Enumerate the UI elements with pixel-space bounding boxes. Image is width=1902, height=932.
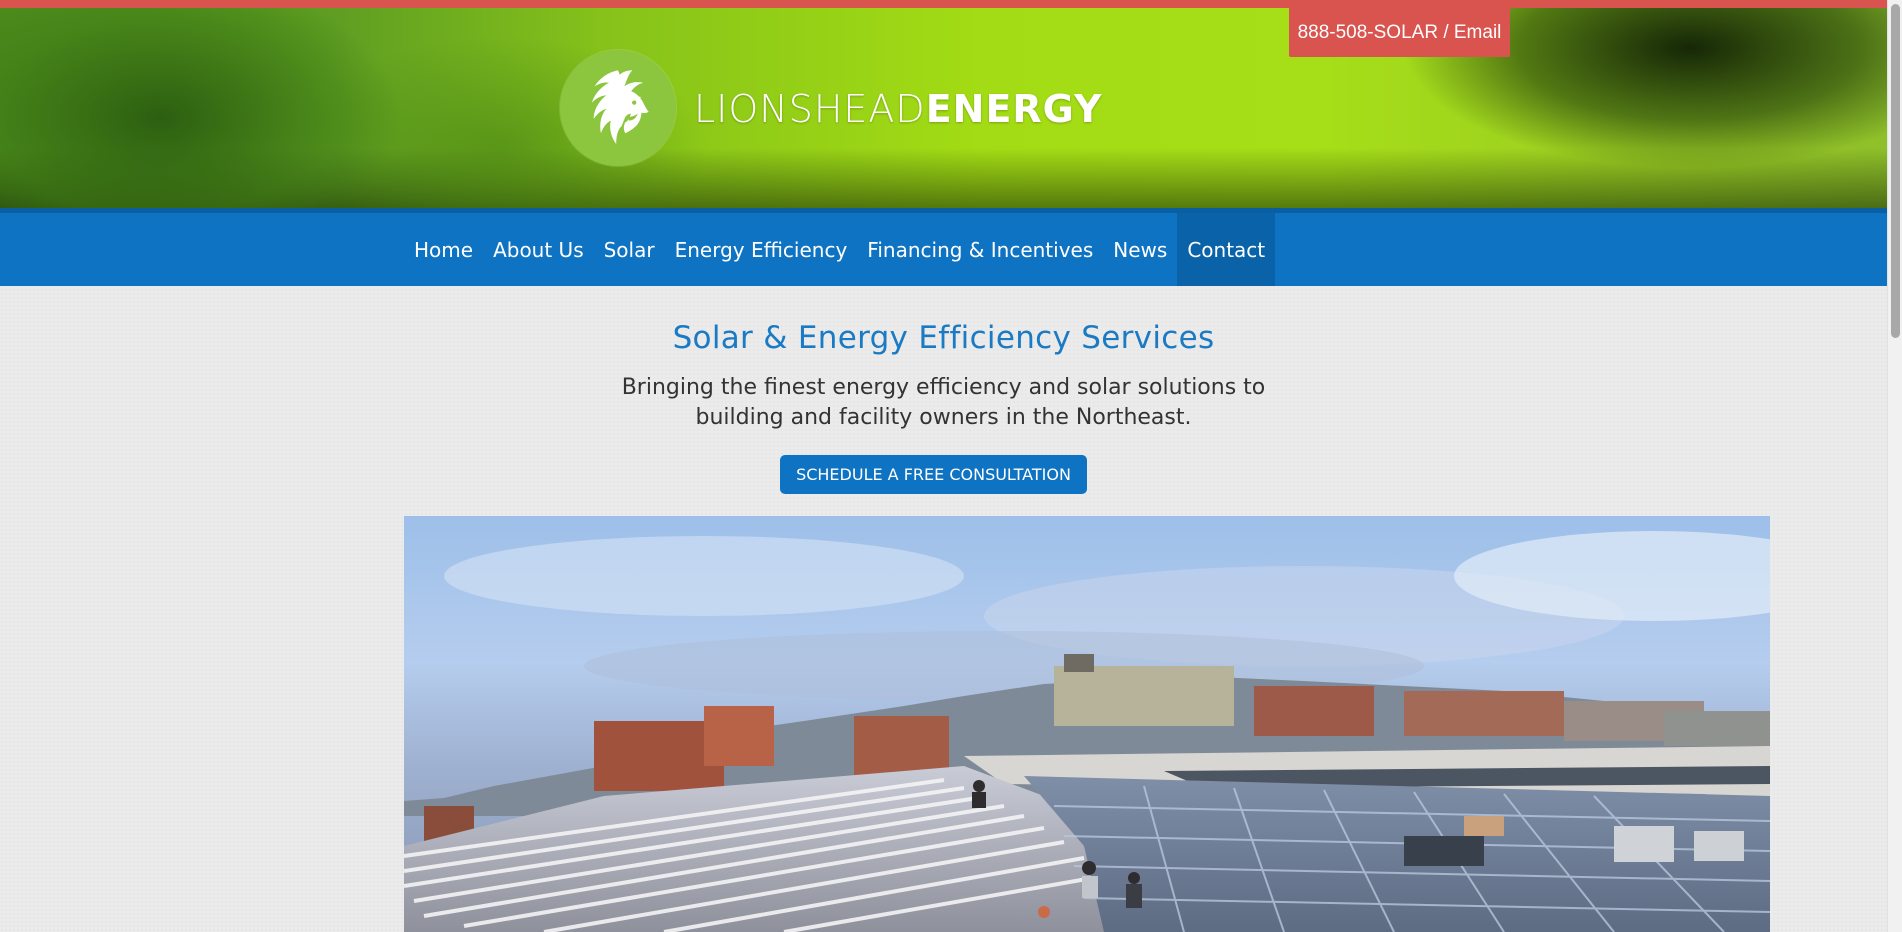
nav-items: Home About Us Solar Energy Efficiency Fi…	[404, 213, 1276, 286]
nav-item-about-us[interactable]: About Us	[483, 213, 594, 286]
hero-subtitle: Bringing the finest energy efficiency an…	[0, 373, 1887, 433]
header-banner: 888-508-SOLAR / Email LIONSHEAD ENERGY	[0, 8, 1887, 208]
nav-item-energy-efficiency[interactable]: Energy Efficiency	[665, 213, 858, 286]
hero-subtitle-line-2: building and facility owners in the Nort…	[695, 405, 1192, 430]
logo-badge[interactable]	[560, 50, 676, 166]
logo-text-bold: ENERGY	[925, 87, 1103, 131]
nav-item-contact[interactable]: Contact	[1177, 213, 1276, 286]
page: 888-508-SOLAR / Email LIONSHEAD ENERGY H…	[0, 0, 1902, 932]
nav-item-solar[interactable]: Solar	[594, 213, 665, 286]
logo-text-light: LIONSHEAD	[694, 87, 926, 131]
scrollbar-thumb[interactable]	[1891, 4, 1900, 338]
top-accent-bar	[0, 0, 1887, 8]
nav-item-news[interactable]: News	[1103, 213, 1177, 286]
hero-photo-rooftop-solar	[404, 516, 1770, 932]
phone-email-button[interactable]: 888-508-SOLAR / Email	[1289, 8, 1510, 57]
logo-wordmark[interactable]: LIONSHEAD ENERGY	[694, 82, 1103, 136]
page-title: Solar & Energy Efficiency Services	[0, 320, 1887, 356]
lion-head-icon	[573, 63, 663, 153]
page-scrollbar[interactable]	[1887, 0, 1902, 932]
hero-subtitle-line-1: Bringing the finest energy efficiency an…	[621, 375, 1266, 400]
nav-item-home[interactable]: Home	[404, 213, 483, 286]
schedule-consultation-button[interactable]: SCHEDULE A FREE CONSULTATION	[780, 455, 1087, 494]
nav-item-financing-incentives[interactable]: Financing & Incentives	[857, 213, 1103, 286]
page-title-text: Solar & Energy Efficiency Services	[672, 320, 1215, 356]
main-nav: Home About Us Solar Energy Efficiency Fi…	[0, 208, 1887, 286]
